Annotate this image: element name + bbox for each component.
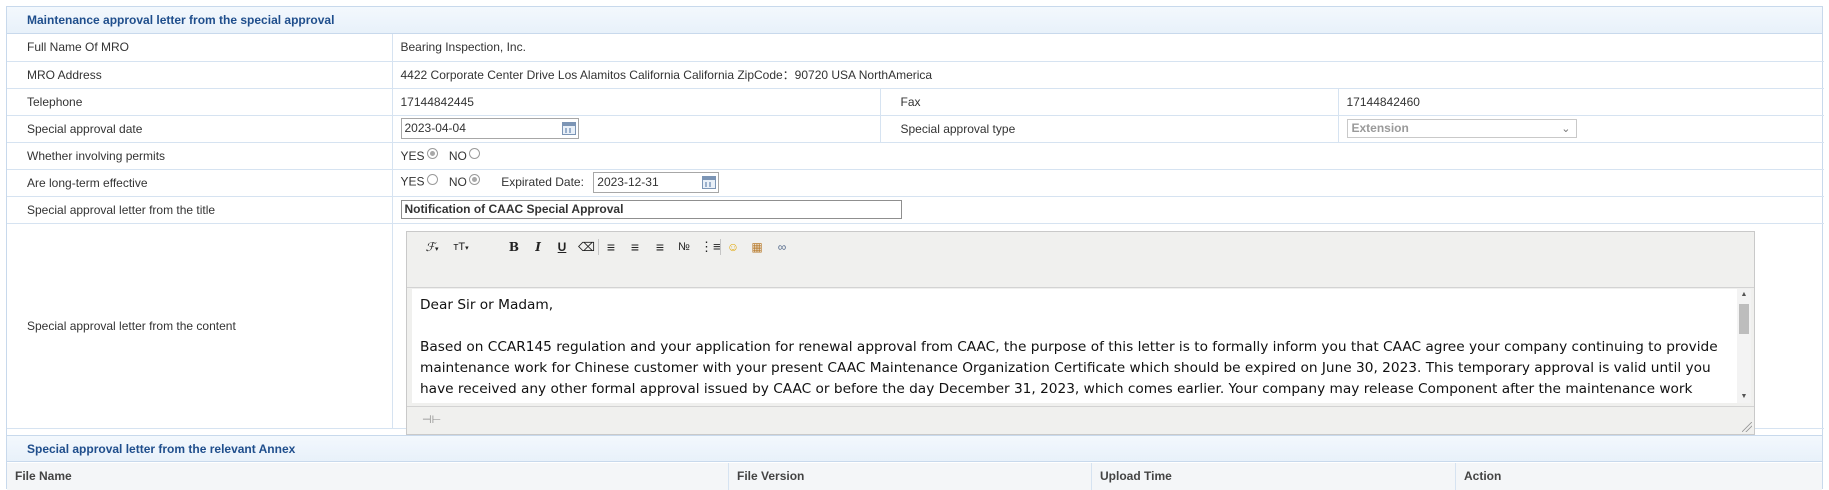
approval-type-value: Extension bbox=[1351, 121, 1409, 135]
expirated-date-input[interactable]: 2023-12-31 bbox=[593, 172, 720, 193]
telephone-label: Telephone bbox=[7, 87, 393, 116]
italic-icon[interactable]: I bbox=[530, 239, 546, 255]
row-approval-date-type: Special approval date 2023-04-04 Special… bbox=[7, 114, 1824, 143]
approval-form: Maintenance approval letter from the spe… bbox=[6, 6, 1824, 490]
column-upload-time: Upload Time bbox=[1092, 463, 1456, 490]
fax-label: Fax bbox=[879, 87, 1339, 116]
mro-address-label: MRO Address bbox=[7, 60, 393, 89]
column-file-version: File Version bbox=[729, 463, 1092, 490]
row-mro-name: Full Name Of MRO Bearing Inspection, Inc… bbox=[7, 34, 1824, 62]
long-term-label: Are long-term effective bbox=[7, 168, 393, 197]
long-term-no-radio[interactable] bbox=[468, 173, 480, 185]
image-icon[interactable]: ▦ bbox=[749, 239, 765, 255]
annex-table-header: File Name File Version Upload Time Actio… bbox=[7, 463, 1822, 490]
approval-type-select[interactable]: Extension ⌄ bbox=[1346, 119, 1577, 138]
unordered-list-icon[interactable]: ⋮≡ bbox=[700, 239, 721, 255]
row-telephone-fax: Telephone 17144842445 Fax 17144842460 bbox=[7, 87, 1824, 116]
letter-title-label: Special approval letter from the title bbox=[7, 195, 393, 224]
row-mro-address: MRO Address 4422 Corporate Center Drive … bbox=[7, 60, 1824, 89]
ordered-list-icon[interactable]: № bbox=[676, 239, 692, 255]
link-icon[interactable]: ∞ bbox=[773, 239, 791, 255]
letter-content-label: Special approval letter from the content bbox=[7, 222, 393, 429]
expirated-date-label: Expirated Date: bbox=[501, 174, 584, 189]
row-letter-title: Special approval letter from the title N… bbox=[7, 195, 1824, 224]
align-right-icon[interactable]: ≡ bbox=[652, 239, 668, 255]
mro-address-value: 4422 Corporate Center Drive Los Alamitos… bbox=[391, 60, 1824, 89]
long-term-yes-label: YES bbox=[400, 174, 425, 189]
chevron-down-icon: ⌄ bbox=[1561, 123, 1571, 135]
editor-content[interactable]: Dear Sir or Madam, Based on CCAR145 regu… bbox=[412, 289, 1749, 403]
long-term-yes-radio[interactable] bbox=[426, 173, 438, 185]
fax-value: 17144842460 bbox=[1337, 87, 1824, 116]
editor-scrollbar[interactable]: ▲ ▼ bbox=[1737, 289, 1751, 403]
section-title: Maintenance approval letter from the spe… bbox=[7, 7, 1822, 34]
approval-date-input[interactable]: 2023-04-04 bbox=[400, 118, 579, 139]
font-size-icon[interactable]: тT▾ bbox=[449, 239, 473, 255]
eraser-icon[interactable]: ⌫ bbox=[578, 239, 595, 255]
permits-yes-radio[interactable] bbox=[426, 148, 438, 159]
toolbar-separator bbox=[720, 239, 721, 255]
annex-title: Special approval letter from the relevan… bbox=[7, 435, 1822, 462]
approval-type-label: Special approval type bbox=[879, 114, 1339, 143]
bold-icon[interactable]: B bbox=[506, 239, 522, 255]
mro-name-label: Full Name Of MRO bbox=[7, 34, 393, 62]
calendar-icon[interactable] bbox=[561, 122, 576, 135]
rich-text-editor[interactable]: ℱ▾ тT▾ B I U ⌫ ≡ ≡ ≡ № ⋮≡ ☺ ▦ ∞ Dear Sir… bbox=[406, 231, 1755, 435]
underline-icon[interactable]: U bbox=[554, 239, 570, 255]
editor-toolbar: ℱ▾ тT▾ B I U ⌫ ≡ ≡ ≡ № ⋮≡ ☺ ▦ ∞ bbox=[407, 232, 1754, 288]
letter-greeting: Dear Sir or Madam, bbox=[420, 297, 554, 313]
approval-date-value: 2023-04-04 bbox=[404, 121, 466, 135]
long-term-no-label: NO bbox=[448, 174, 467, 189]
expirated-date-value: 2023-12-31 bbox=[597, 175, 659, 189]
resize-grip-icon[interactable] bbox=[1742, 422, 1752, 432]
row-long-term: Are long-term effective YES NO Expirated… bbox=[7, 168, 1824, 197]
align-center-icon[interactable]: ≡ bbox=[627, 239, 643, 255]
telephone-value: 17144842445 bbox=[391, 87, 881, 116]
scroll-up-icon[interactable]: ▲ bbox=[1737, 289, 1751, 301]
resize-handle-icon[interactable]: ⊣⊢ bbox=[422, 413, 441, 426]
scroll-down-icon[interactable]: ▼ bbox=[1737, 391, 1751, 403]
scroll-thumb[interactable] bbox=[1739, 304, 1749, 334]
font-family-icon[interactable]: ℱ▾ bbox=[421, 239, 443, 255]
permits-no-label: NO bbox=[448, 149, 467, 163]
permits-yes-label: YES bbox=[400, 149, 425, 163]
permits-no-radio[interactable] bbox=[468, 148, 480, 159]
column-action: Action bbox=[1464, 469, 1502, 483]
emoticon-icon[interactable]: ☺ bbox=[725, 239, 741, 255]
calendar-icon[interactable] bbox=[702, 176, 717, 189]
mro-name-value: Bearing Inspection, Inc. bbox=[391, 34, 1824, 62]
align-left-icon[interactable]: ≡ bbox=[603, 239, 619, 255]
column-file-name: File Name bbox=[7, 463, 729, 490]
editor-statusbar: ⊣⊢ bbox=[407, 406, 1754, 434]
letter-body: Based on CCAR145 regulation and your app… bbox=[420, 339, 1718, 403]
row-permits: Whether involving permits YES NO bbox=[7, 141, 1824, 170]
toolbar-separator bbox=[598, 239, 599, 255]
permits-label: Whether involving permits bbox=[7, 141, 393, 170]
approval-date-label: Special approval date bbox=[7, 114, 393, 143]
letter-title-input[interactable]: Notification of CAAC Special Approval bbox=[400, 200, 902, 219]
